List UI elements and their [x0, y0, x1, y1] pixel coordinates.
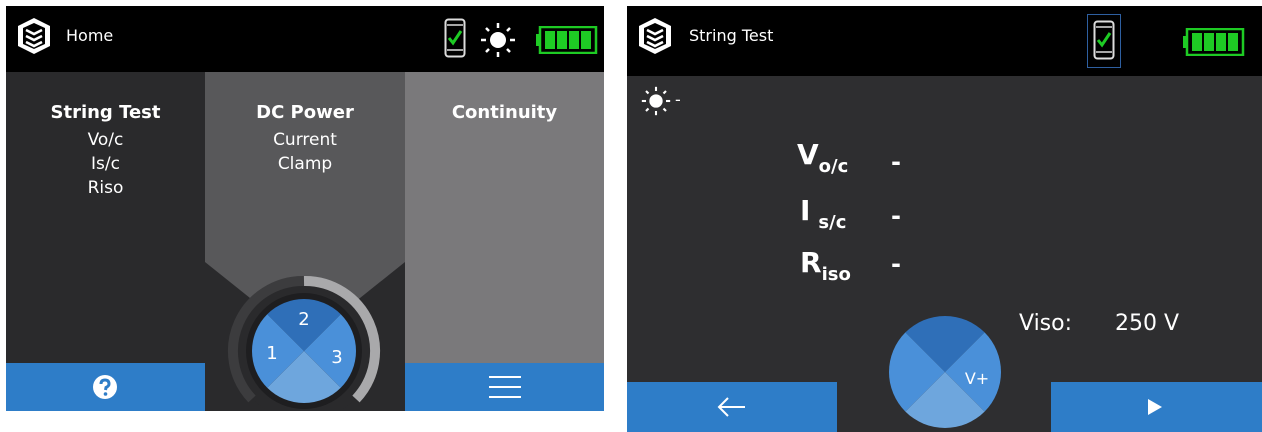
- battery-icon: [536, 26, 598, 54]
- viso-label: Viso:: [1019, 311, 1073, 336]
- measurement-voc-value: -: [891, 148, 901, 176]
- help-icon: [93, 375, 117, 399]
- logo-icon: [18, 18, 50, 54]
- measurement-riso-label: Riso: [800, 246, 851, 285]
- menu-button[interactable]: [405, 363, 604, 411]
- column-line: Clamp: [277, 154, 333, 174]
- string-test-screen: String Test - Vo/c - I s/c - Riso - Viso…: [627, 6, 1262, 432]
- column-line: Is/c: [91, 154, 120, 174]
- home-screen: Home String Test Vo/c Is/c Riso DC Power…: [6, 6, 604, 411]
- help-button[interactable]: [6, 363, 205, 411]
- battery-icon: [1183, 28, 1245, 56]
- measurement-isc-value: -: [891, 202, 901, 230]
- dial-segment-3[interactable]: 3: [331, 347, 342, 368]
- viso-value: 250 V: [1115, 311, 1180, 336]
- measurement-isc-label: Is/c: [800, 194, 847, 233]
- top-bar: String Test: [627, 6, 1262, 76]
- column-string-test[interactable]: String Test Vo/c Is/c Riso: [6, 72, 205, 363]
- back-arrow-icon: [717, 397, 745, 417]
- dial-segment-1[interactable]: 1: [266, 343, 277, 364]
- phone-check-icon: [1093, 20, 1115, 60]
- column-title: DC Power: [256, 102, 354, 123]
- sun-value: -: [675, 90, 681, 109]
- dial-segment-2[interactable]: 2: [298, 309, 309, 330]
- column-line: Current: [273, 130, 337, 150]
- dial-vplus-label[interactable]: V+: [965, 369, 989, 388]
- column-line: Riso: [87, 178, 124, 198]
- play-button[interactable]: [1051, 382, 1262, 432]
- phone-status-box[interactable]: [1087, 14, 1121, 68]
- phone-check-icon[interactable]: [444, 18, 466, 58]
- selector-dial[interactable]: 2 1 3: [224, 271, 384, 411]
- screen-title: Home: [66, 26, 114, 45]
- back-button[interactable]: [627, 382, 837, 432]
- measurement-riso-value: -: [891, 250, 901, 278]
- top-bar: Home: [6, 6, 604, 72]
- play-icon: [1148, 399, 1162, 415]
- selector-dial[interactable]: V+: [885, 312, 1005, 432]
- column-line: Vo/c: [87, 130, 124, 150]
- measurement-voc-label: Vo/c: [797, 138, 849, 177]
- sun-icon: [481, 23, 515, 57]
- column-title: Continuity: [451, 102, 558, 123]
- column-title: String Test: [50, 102, 161, 123]
- menu-icon: [489, 376, 521, 398]
- screen-title: String Test: [689, 26, 774, 45]
- sun-icon: [641, 86, 671, 116]
- column-continuity[interactable]: Continuity: [405, 72, 604, 363]
- logo-icon: [639, 18, 671, 54]
